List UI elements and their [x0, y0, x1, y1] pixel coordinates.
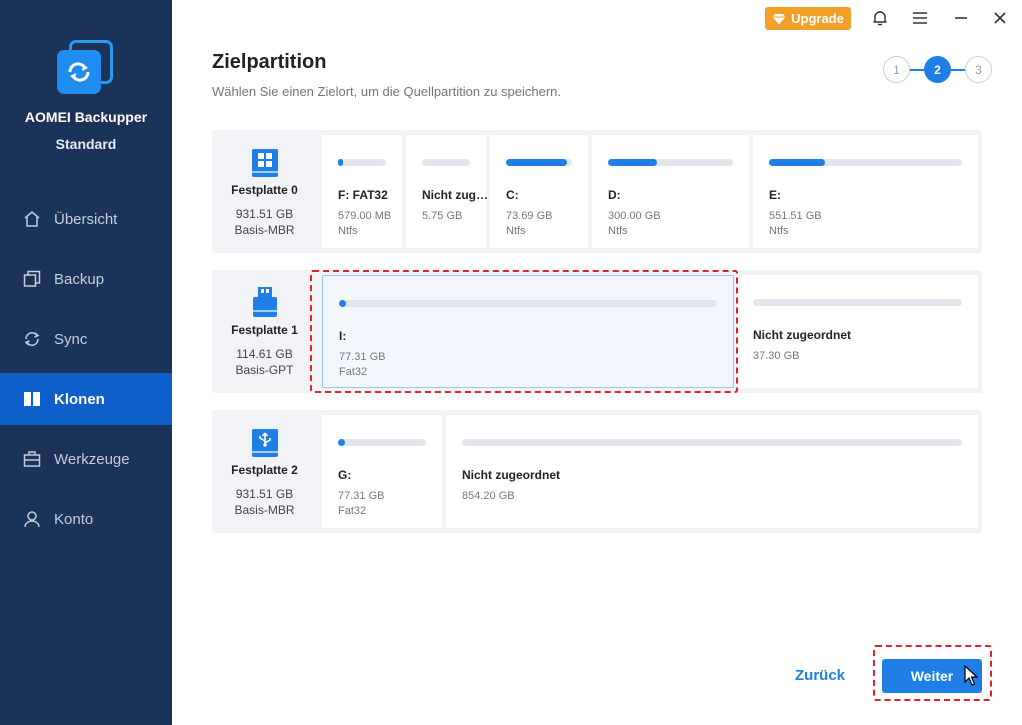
- partition-fs: Ntfs: [769, 225, 789, 237]
- mouse-cursor-icon: [964, 664, 979, 687]
- home-icon: [22, 209, 42, 229]
- partition-name: Nicht zugeordnet: [753, 328, 851, 342]
- page-subtitle: Wählen Sie einen Zielort, um die Quellpa…: [212, 84, 562, 99]
- disk-style: Basis-MBR: [234, 503, 295, 517]
- partition-size: 37.30 GB: [753, 350, 800, 362]
- sidebar-item-account[interactable]: Konto: [0, 493, 172, 545]
- partition-card[interactable]: C: 73.69 GB Ntfs: [490, 135, 588, 248]
- clone-icon: [22, 389, 42, 409]
- partition-fs: Fat32: [338, 505, 367, 517]
- disk-size: 114.61 GB: [236, 347, 293, 361]
- app-edition: Standard: [55, 136, 117, 152]
- menu-icon[interactable]: [910, 8, 930, 28]
- sidebar-item-sync[interactable]: Sync: [0, 313, 172, 365]
- partition-card[interactable]: E: 551.51 GB Ntfs: [753, 135, 978, 248]
- app-name: AOMEI Backupper: [24, 109, 148, 125]
- partition-name: F: FAT32: [338, 188, 388, 202]
- sidebar-item-label: Backup: [54, 270, 105, 288]
- partition-size: 551.51 GB: [769, 210, 822, 222]
- partition-size: 5.75 GB: [422, 210, 463, 222]
- disk-size: 931.51 GB: [235, 207, 294, 221]
- sync-icon: [22, 329, 42, 349]
- disk-info: Festplatte 1 114.61 GB Basis-GPT: [212, 270, 317, 393]
- step-3: 3: [965, 56, 992, 83]
- partition-name: Nicht zug…: [422, 188, 488, 202]
- partition-size: 73.69 GB: [506, 210, 553, 222]
- partition-card[interactable]: G: 77.31 GB Fat32: [322, 415, 442, 528]
- sidebar-item-label: Übersicht: [54, 210, 118, 228]
- sidebar-item-clone[interactable]: Klonen: [0, 373, 172, 425]
- disk-name: Festplatte 0: [231, 183, 298, 197]
- sidebar: AOMEI Backupper Standard Übersicht Backu…: [0, 0, 172, 725]
- disk-style: Basis-MBR: [234, 223, 295, 237]
- usb-disk-icon: [251, 428, 279, 458]
- sidebar-item-tools[interactable]: Werkzeuge: [0, 433, 172, 485]
- partition-fs: Ntfs: [608, 225, 628, 237]
- partition-size: 300.00 GB: [608, 210, 661, 222]
- disk-row-2: Festplatte 2 931.51 GB Basis-MBR G: 77.3…: [212, 410, 982, 533]
- app-logo-icon: [57, 40, 115, 96]
- partition-name: Nicht zugeordnet: [462, 468, 560, 482]
- partition-name: D:: [608, 188, 621, 202]
- hdd-icon: [251, 148, 279, 178]
- sidebar-item-overview[interactable]: Übersicht: [0, 193, 172, 245]
- bell-icon[interactable]: [870, 8, 890, 28]
- partition-card[interactable]: F: FAT32 579.00 MB Ntfs: [322, 135, 402, 248]
- partition-card[interactable]: Nicht zug… 5.75 GB: [406, 135, 488, 248]
- disk-name: Festplatte 1: [231, 323, 298, 337]
- partition-card[interactable]: Nicht zugeordnet 37.30 GB: [737, 275, 978, 388]
- disk-name: Festplatte 2: [231, 463, 298, 477]
- usb-drive-icon: [251, 286, 279, 317]
- diamond-icon: [772, 13, 786, 24]
- sidebar-item-label: Sync: [54, 330, 88, 348]
- step-2: 2: [924, 56, 951, 83]
- highlight-selected-partition: [310, 270, 738, 393]
- upgrade-button[interactable]: Upgrade: [765, 7, 851, 30]
- backup-icon: [22, 269, 42, 289]
- partition-card[interactable]: D: 300.00 GB Ntfs: [592, 135, 749, 248]
- close-icon[interactable]: [990, 8, 1010, 28]
- partition-size: 854.20 GB: [462, 490, 515, 502]
- disk-info: Festplatte 0 931.51 GB Basis-MBR: [212, 130, 317, 253]
- disk-info: Festplatte 2 931.51 GB Basis-MBR: [212, 410, 317, 533]
- disk-style: Basis-GPT: [235, 363, 294, 377]
- disk-row-0: Festplatte 0 931.51 GB Basis-MBR F: FAT3…: [212, 130, 982, 253]
- sidebar-item-backup[interactable]: Backup: [0, 253, 172, 305]
- sidebar-item-label: Werkzeuge: [54, 450, 130, 468]
- minimize-icon[interactable]: [951, 8, 971, 28]
- step-connector: [910, 69, 924, 71]
- back-button[interactable]: Zurück: [795, 667, 845, 684]
- partition-name: E:: [769, 188, 781, 202]
- page-title: Zielpartition: [212, 51, 327, 73]
- partition-size: 77.31 GB: [338, 490, 385, 502]
- partition-size: 579.00 MB: [338, 210, 392, 222]
- upgrade-label: Upgrade: [791, 11, 844, 26]
- partition-name: G:: [338, 468, 352, 482]
- partition-fs: Ntfs: [338, 225, 358, 237]
- partition-card[interactable]: Nicht zugeordnet 854.20 GB: [446, 415, 978, 528]
- step-connector: [951, 69, 965, 71]
- disk-size: 931.51 GB: [235, 487, 294, 501]
- sidebar-item-label: Klonen: [54, 390, 105, 408]
- tools-icon: [22, 449, 42, 469]
- user-icon: [22, 509, 42, 529]
- partition-name: C:: [506, 188, 519, 202]
- step-1: 1: [883, 56, 910, 83]
- sidebar-item-label: Konto: [54, 510, 94, 528]
- partition-fs: Ntfs: [506, 225, 526, 237]
